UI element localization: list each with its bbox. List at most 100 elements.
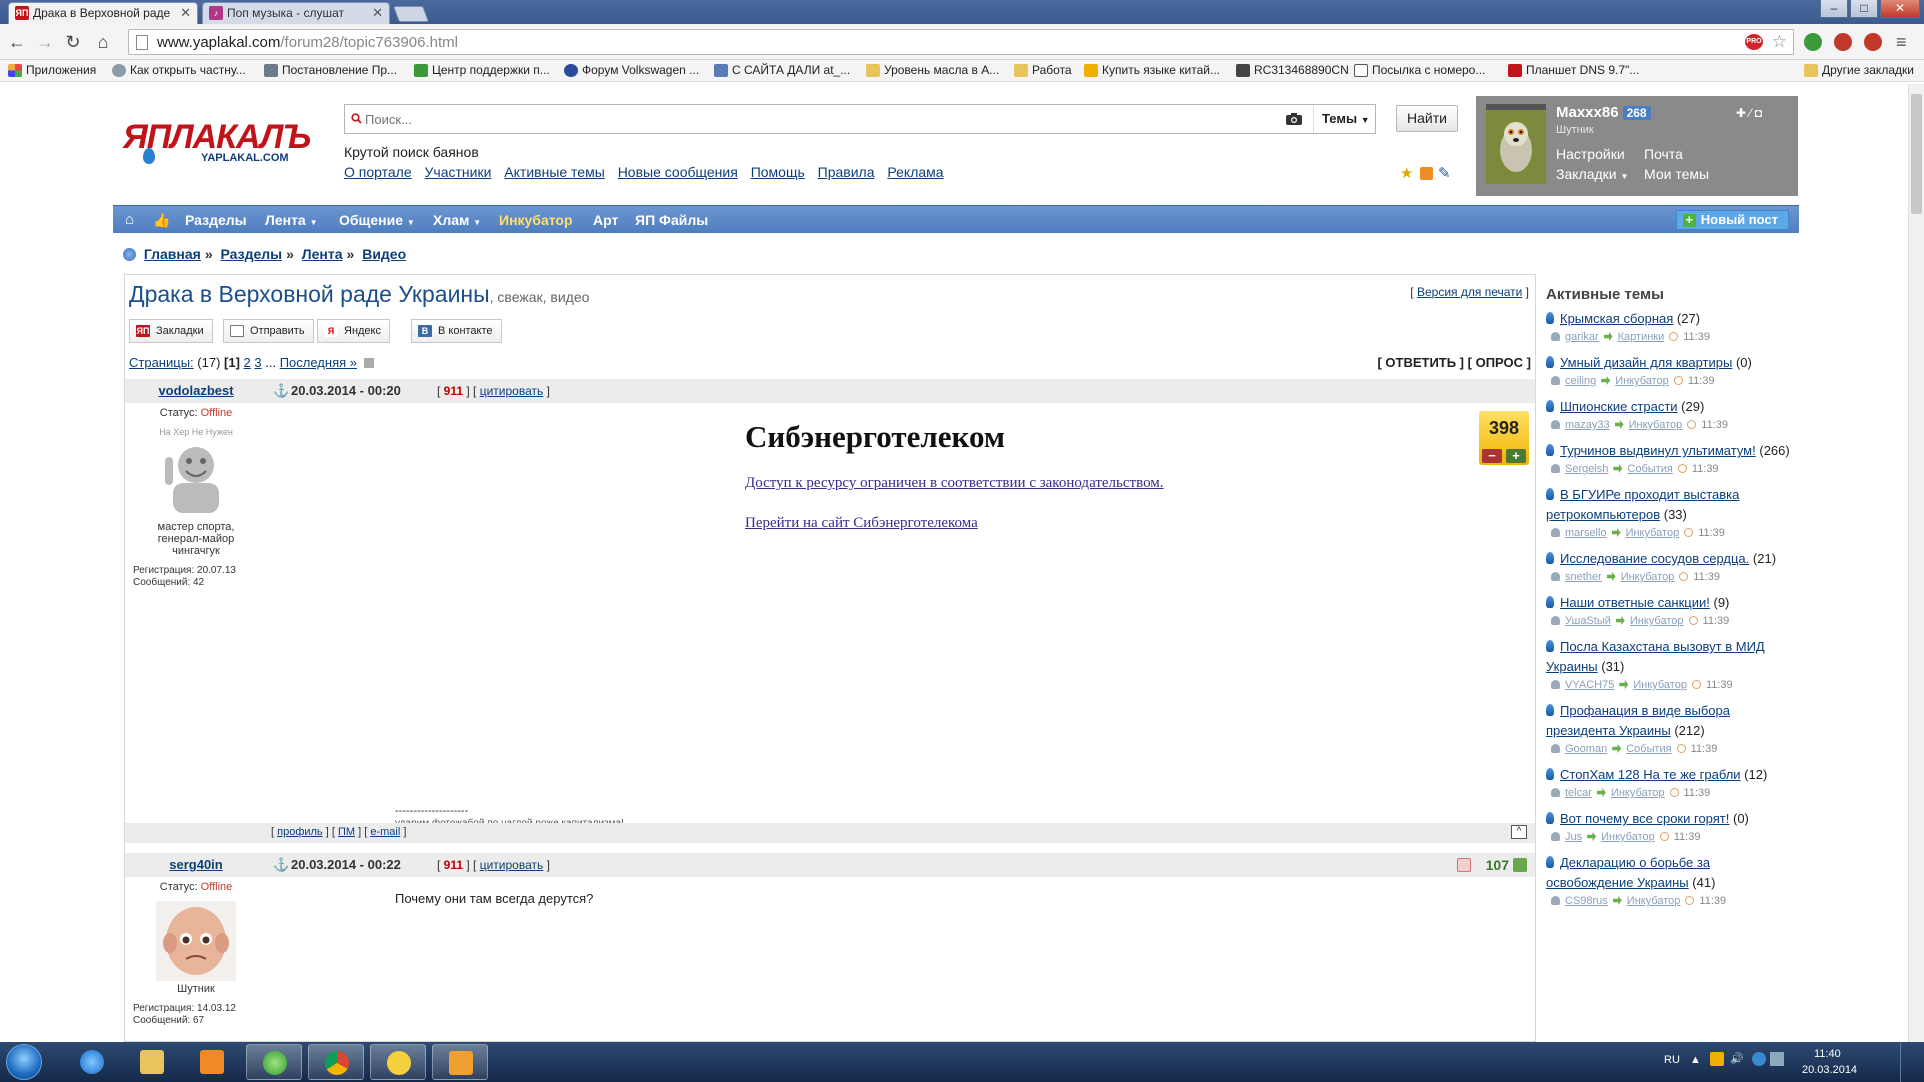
extension-abp-icon[interactable] [1864,33,1882,51]
network-icon[interactable] [1752,1052,1766,1066]
show-desktop-button[interactable] [1900,1042,1924,1082]
page-last[interactable]: Последняя » [280,355,357,370]
find-button[interactable]: Найти [1396,105,1458,132]
topic-author-link[interactable]: Jus [1565,831,1582,843]
share-yandex-button[interactable]: Я Яндекс [317,319,390,343]
extension-green-icon[interactable] [1804,33,1822,51]
menu-icon[interactable]: ≡ [1896,32,1907,53]
taskbar-outlook[interactable] [432,1044,488,1080]
topic-author-link[interactable]: ceiling [1565,375,1596,387]
nav-sections[interactable]: Разделы [185,206,247,234]
bookmark-apps[interactable]: Приложения [8,63,96,77]
tray-icon[interactable] [1770,1052,1784,1066]
topic-author-link[interactable]: Sergeish [1565,463,1608,475]
topic-author-link[interactable]: marsello [1565,527,1607,539]
page-link[interactable]: 2 [244,355,251,370]
language-indicator[interactable]: RU [1664,1054,1680,1066]
active-topic-link[interactable]: Вот почему все сроки горят! [1560,811,1729,826]
reload-icon[interactable]: ↻ [62,32,84,54]
pm-link[interactable]: ПМ [338,826,355,838]
clock-time[interactable]: 11:40 [1814,1048,1841,1060]
link-rules[interactable]: Правила [818,164,875,180]
nav-junk[interactable]: Хлам ▼ [433,206,481,234]
extension-adblock-icon[interactable] [1834,33,1852,51]
star-bookmark-icon[interactable]: ☆ [1772,32,1787,52]
page-scrollbar[interactable] [1908,84,1924,1042]
bookmark-item[interactable]: Форум Volkswagen ... [564,63,699,77]
topic-section-link[interactable]: Инкубатор [1601,831,1655,843]
blocked-message-link[interactable]: Доступ к ресурсу ограничен в соответстви… [745,475,1164,492]
address-bar[interactable]: www.yaplakal.com/forum28/topic763906.htm… [128,29,1794,55]
active-topic-link[interactable]: Посла Казахстана вызовут в МИД Украины [1546,639,1765,674]
provider-site-link[interactable]: Перейти на сайт Сибэнерготелекома [745,515,978,532]
search-input[interactable] [365,108,1295,130]
user-tools-icon[interactable]: ✚ ⁄ ◘ [1736,106,1762,120]
tray-expand-icon[interactable]: ▲ [1690,1054,1701,1066]
home-icon[interactable]: ⌂ [125,206,134,234]
topic-section-link[interactable]: Инкубатор [1615,375,1669,387]
pages-label[interactable]: Страницы: [129,355,194,370]
volume-icon[interactable]: 🔊 [1730,1052,1744,1065]
bookmark-folder[interactable]: Работа [1014,63,1072,77]
username[interactable]: Maxxx86 268 [1556,104,1651,121]
breadcrumb-feed[interactable]: Лента [302,246,343,262]
maximize-button[interactable]: □ [1850,0,1878,18]
anchor-icon[interactable]: ⚓ [273,383,289,399]
tab-music[interactable]: ♪ Поп музыка - слушат ✕ [202,2,390,24]
taskbar-1c[interactable] [370,1044,426,1080]
link-settings[interactable]: Настройки [1556,146,1625,162]
share-vk-button[interactable]: ВВ контакте [411,319,502,343]
rss-icon[interactable] [1420,167,1433,180]
topic-author-link[interactable]: УшаStый [1565,615,1611,627]
pro-extension-icon[interactable]: PRO [1745,34,1763,50]
topic-section-link[interactable]: Инкубатор [1627,895,1681,907]
shield-icon[interactable] [1457,858,1471,872]
page-link[interactable]: 3 [254,355,261,370]
minimize-button[interactable]: – [1820,0,1848,18]
tray-app-icon[interactable] [1710,1052,1724,1066]
breadcrumb-home[interactable]: Главная [144,246,201,262]
bookmark-item[interactable]: Как открыть частну... [112,63,246,77]
new-tab-button[interactable] [393,6,429,22]
topic-author-link[interactable]: snether [1565,571,1602,583]
active-topic-link[interactable]: Шпионские страсти [1560,399,1678,414]
active-topic-link[interactable]: В БГУИРе проходит выставка ретрокомпьюте… [1546,487,1739,522]
bookmark-item[interactable]: С САЙТА ДАЛИ at_... [714,63,850,77]
themes-dropdown[interactable]: Темы ▼ [1313,105,1377,133]
taskbar-icq[interactable] [246,1044,302,1080]
share-send-button[interactable]: Отправить [223,319,314,343]
taskbar-chrome[interactable] [308,1044,364,1080]
reply-button[interactable]: [ ОТВЕТИТЬ ] [1377,355,1464,370]
clock-date[interactable]: 20.03.2014 [1802,1064,1857,1076]
quote-link[interactable]: цитировать [480,858,544,872]
scroll-up-icon[interactable]: ^ [1511,825,1527,839]
close-tab-icon[interactable]: ✕ [180,3,191,23]
bookmark-item[interactable]: RC313468890CN [1236,63,1349,77]
topic-section-link[interactable]: Инкубатор [1629,419,1683,431]
topic-author-link[interactable]: Gooman [1565,743,1607,755]
quote-link[interactable]: цитировать [480,384,544,398]
thumbs-up-icon[interactable]: 👍 [153,206,170,234]
tab-active[interactable]: ЯП Драка в Верховной раде ✕ [8,2,198,24]
rating-minus-button[interactable]: − [1482,449,1502,463]
home-icon[interactable]: ⌂ [92,32,114,54]
print-version-link[interactable]: Версия для печати [1417,285,1522,299]
nav-files[interactable]: ЯП Файлы [635,206,708,234]
site-logo[interactable]: ЯПЛАКАЛЪ YAPLAKAL.COM [123,118,323,172]
topic-section-link[interactable]: События [1626,743,1671,755]
camera-icon[interactable] [1285,112,1303,126]
bookmark-item[interactable]: Постановление Пр... [264,63,397,77]
rating-plus-button[interactable] [1513,858,1527,872]
active-topic-link[interactable]: Турчинов выдвинул ультиматум! [1560,443,1756,458]
active-topic-link[interactable]: Наши ответные санкции! [1560,595,1710,610]
active-topic-link[interactable]: Декларацию о борьбе за освобождение Укра… [1546,855,1710,890]
topic-author-link[interactable]: mazay33 [1565,419,1610,431]
link-mail[interactable]: Почта [1644,146,1683,162]
close-tab-icon[interactable]: ✕ [372,3,383,23]
topic-section-link[interactable]: Инкубатор [1611,787,1665,799]
topic-section-link[interactable]: Инкубатор [1626,527,1680,539]
topic-author-link[interactable]: garikar [1565,331,1599,343]
breadcrumb-sections[interactable]: Разделы [221,246,283,262]
nav-art[interactable]: Арт [593,206,618,234]
profile-link[interactable]: профиль [277,826,323,838]
